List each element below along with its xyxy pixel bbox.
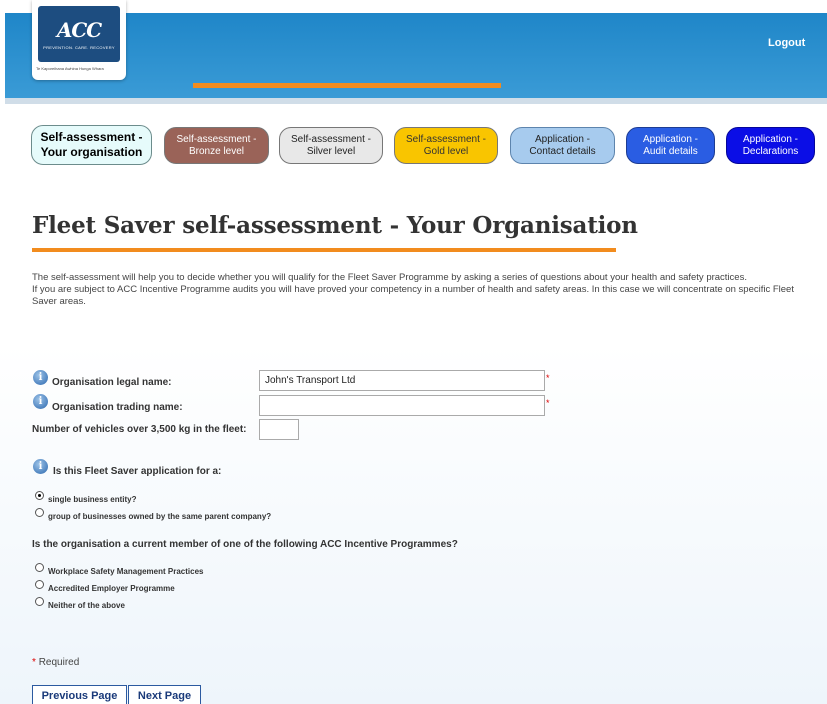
step-gold-level[interactable]: Self-assessment - Gold level: [394, 127, 498, 164]
acc-logo[interactable]: ACC PREVENTION. CARE. RECOVERY Te Kapore…: [32, 0, 126, 80]
radio-label: group of businesses owned by the same pa…: [48, 512, 272, 521]
step-audit-details[interactable]: Application - Audit details: [626, 127, 715, 164]
logo-mark: ACC: [56, 18, 102, 42]
logo-subtitle: PREVENTION. CARE. RECOVERY: [43, 45, 115, 50]
step-label-line2: Declarations: [742, 145, 799, 157]
trading-name-input[interactable]: [259, 395, 545, 416]
step-label-line1: Self-assessment -: [176, 133, 257, 145]
required-note: * Required: [32, 657, 79, 668]
step-label-line2: Audit details: [643, 145, 698, 157]
radio-label: Neither of the above: [48, 601, 125, 610]
header-accent-bar: [193, 83, 501, 88]
info-icon[interactable]: i: [33, 459, 48, 474]
logo-tagline: Te Kaporeihana Awhina Hunga Whara: [36, 66, 104, 71]
step-declarations[interactable]: Application - Declarations: [726, 127, 815, 164]
previous-page-button[interactable]: Previous Page: [32, 685, 127, 704]
info-icon[interactable]: i: [33, 394, 48, 409]
step-silver-level[interactable]: Self-assessment - Silver level: [279, 127, 383, 164]
step-label-line1: Application -: [742, 133, 799, 145]
application-question: Is this Fleet Saver application for a:: [53, 466, 222, 477]
legal-name-input[interactable]: [259, 370, 545, 391]
step-label-line1: Self-assessment -: [405, 133, 487, 145]
radio-single-business[interactable]: [35, 491, 44, 500]
radio-label: Accredited Employer Programme: [48, 584, 175, 593]
radio-label: Workplace Safety Management Practices: [48, 567, 204, 576]
step-your-organisation[interactable]: Self-assessment - Your organisation: [31, 125, 152, 165]
logo-badge: ACC PREVENTION. CARE. RECOVERY: [38, 6, 120, 62]
radio-accredited-employer[interactable]: [35, 580, 44, 589]
required-star: *: [546, 373, 550, 383]
vehicles-input[interactable]: [259, 419, 299, 440]
radio-neither[interactable]: [35, 597, 44, 606]
radio-group-businesses[interactable]: [35, 508, 44, 517]
membership-question: Is the organisation a current member of …: [32, 539, 458, 550]
step-label-line2: Bronze level: [188, 145, 245, 157]
step-contact-details[interactable]: Application - Contact details: [510, 127, 615, 164]
step-bronze-level[interactable]: Self-assessment - Bronze level: [164, 127, 269, 164]
intro-text: The self-assessment will help you to dec…: [32, 272, 817, 308]
step-label-line1: Application -: [534, 133, 591, 145]
step-label-line2: Silver level: [306, 145, 356, 157]
required-star: *: [546, 398, 550, 408]
step-label-line2: Contact details: [529, 145, 596, 157]
step-label-line1: Application -: [642, 133, 699, 145]
step-label-line2: Your organisation: [40, 145, 143, 159]
next-page-button[interactable]: Next Page: [128, 685, 201, 704]
logout-link[interactable]: Logout: [768, 37, 805, 49]
page-title: Fleet Saver self-assessment - Your Organ…: [32, 212, 638, 239]
step-label-line2: Gold level: [423, 145, 469, 157]
intro-paragraph-1: The self-assessment will help you to dec…: [32, 272, 747, 283]
radio-label: single business entity?: [48, 495, 137, 504]
step-label-line1: Self-assessment -: [290, 133, 372, 145]
step-label-line1: Self-assessment -: [40, 130, 143, 144]
title-underline: [32, 248, 616, 252]
radio-wsmp[interactable]: [35, 563, 44, 572]
vehicles-label: Number of vehicles over 3,500 kg in the …: [32, 424, 247, 435]
intro-paragraph-2: If you are subject to ACC Incentive Prog…: [32, 284, 794, 307]
info-icon[interactable]: i: [33, 370, 48, 385]
required-star: *: [32, 657, 36, 668]
trading-name-label: Organisation trading name:: [52, 402, 183, 413]
required-note-text: Required: [38, 657, 80, 668]
legal-name-label: Organisation legal name:: [52, 377, 172, 388]
